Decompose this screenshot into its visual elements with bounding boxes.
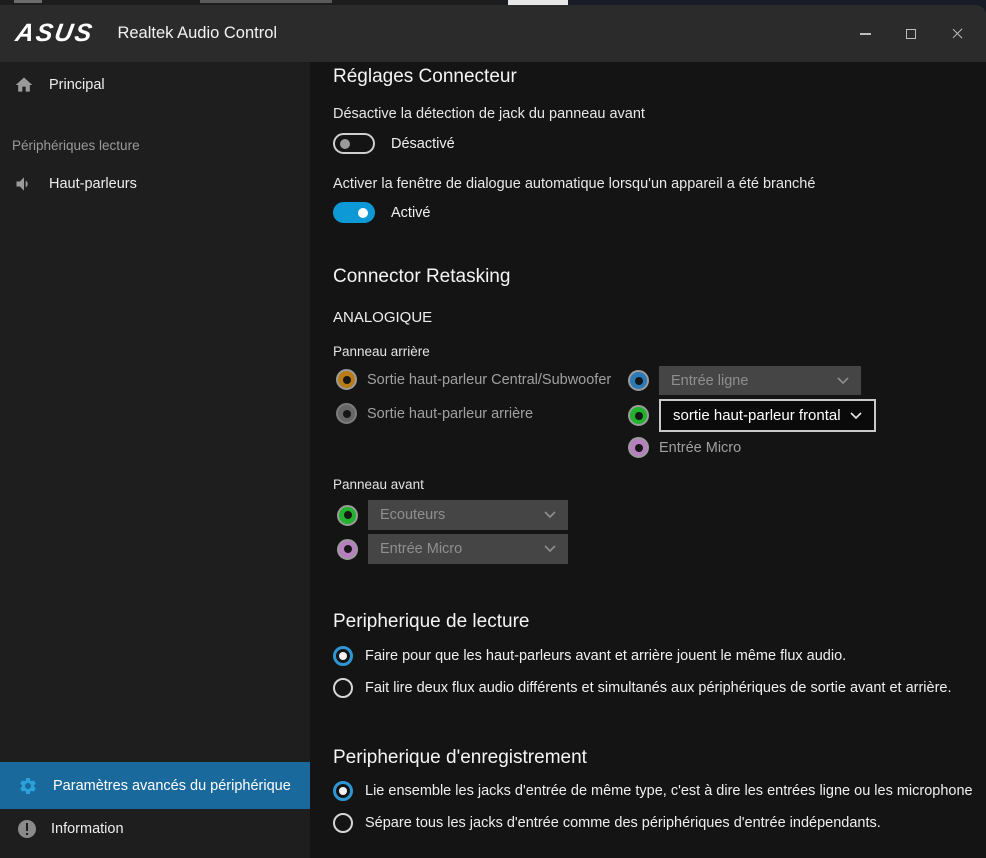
section-title-recording-device: Peripherique d'enregistrement — [333, 747, 587, 769]
radio-selected[interactable] — [333, 781, 353, 801]
app-window: ASUS Realtek Audio Control Principal Pér… — [0, 5, 986, 858]
asus-logo: ASUS — [13, 19, 96, 48]
label-rear-panel: Panneau arrière — [333, 344, 430, 359]
close-icon — [951, 27, 964, 40]
line-in-dropdown[interactable]: Entrée ligne — [659, 366, 861, 395]
radio-label: Faire pour que les haut-parleurs avant e… — [365, 648, 846, 664]
recording-option-separate-jacks: Sépare tous les jacks d'entrée comme des… — [333, 813, 986, 833]
section-title-connector-retasking: Connector Retasking — [333, 266, 510, 288]
window-title: Realtek Audio Control — [117, 24, 277, 43]
dropdown-value: Entrée ligne — [671, 373, 748, 389]
chevron-down-icon — [544, 545, 556, 553]
jack-detection-toggle[interactable] — [333, 133, 375, 154]
screen: ASUS Realtek Audio Control Principal Pér… — [0, 0, 986, 858]
radio-unselected[interactable] — [333, 678, 353, 698]
toggle-state-label: Activé — [391, 205, 431, 221]
front-jack-headphones: Ecouteurs — [337, 500, 568, 530]
jack-label: Sortie haut-parleur Central/Subwoofer — [367, 372, 611, 388]
close-button[interactable] — [934, 5, 980, 62]
toggle-row-jack-detection: Désactivé — [333, 133, 455, 154]
sidebar: Principal Périphériques lecture Haut-par… — [0, 62, 310, 858]
jack-label: Entrée Micro — [659, 440, 741, 456]
main-content: Réglages Connecteur Désactive la détecti… — [310, 62, 986, 858]
toggle-knob — [340, 139, 350, 149]
titlebar: ASUS Realtek Audio Control — [0, 5, 986, 62]
background-text-fragment — [200, 0, 332, 3]
jack-icon-orange — [336, 369, 357, 390]
playback-option-different-streams: Fait lire deux flux audio différents et … — [333, 678, 986, 698]
sidebar-item-label: Information — [51, 821, 124, 837]
rear-jack-line-in: Entrée ligne — [628, 366, 861, 395]
radio-label: Lie ensemble les jacks d'entrée de même … — [365, 783, 973, 799]
jack-icon-gray — [336, 403, 357, 424]
playback-option-same-stream: Faire pour que les haut-parleurs avant e… — [333, 646, 986, 666]
radio-label: Sépare tous les jacks d'entrée comme des… — [365, 815, 881, 831]
label-front-panel: Panneau avant — [333, 477, 424, 492]
jack-icon-purple — [337, 539, 358, 560]
subsection-analog: ANALOGIQUE — [333, 309, 432, 326]
radio-unselected[interactable] — [333, 813, 353, 833]
sidebar-section-playback-devices: Périphériques lecture — [12, 138, 140, 153]
info-icon — [18, 820, 36, 838]
front-jack-mic-in: Entrée Micro — [337, 534, 568, 564]
dropdown-value: Entrée Micro — [380, 541, 462, 557]
jack-icon-green — [628, 405, 649, 426]
speaker-icon — [14, 174, 34, 194]
app-body: Principal Périphériques lecture Haut-par… — [0, 62, 986, 858]
sidebar-item-label: Principal — [49, 77, 105, 93]
dropdown-value: Ecouteurs — [380, 507, 445, 523]
minimize-icon — [860, 33, 871, 35]
minimize-button[interactable] — [842, 5, 888, 62]
rear-jack-mic-in: Entrée Micro — [628, 437, 741, 458]
section-title-playback-device: Peripherique de lecture — [333, 611, 529, 633]
rear-jack-front-speaker-out: sortie haut-parleur frontal — [628, 399, 876, 432]
chevron-down-icon — [850, 412, 862, 420]
background-text-fragment — [14, 0, 42, 3]
label-front-jack-detection: Désactive la détection de jack du pannea… — [333, 106, 645, 122]
front-speaker-out-dropdown[interactable]: sortie haut-parleur frontal — [659, 399, 876, 432]
recording-option-tie-jacks: Lie ensemble les jacks d'entrée de même … — [333, 781, 986, 801]
section-title-connector-settings: Réglages Connecteur — [333, 66, 517, 88]
dropdown-value: sortie haut-parleur frontal — [673, 407, 841, 424]
gear-icon — [18, 776, 38, 796]
radio-label: Fait lire deux flux audio différents et … — [365, 680, 952, 696]
rear-jack-center-subwoofer: Sortie haut-parleur Central/Subwoofer — [336, 369, 611, 390]
rear-jack-rear-speaker: Sortie haut-parleur arrière — [336, 403, 533, 424]
home-icon — [14, 75, 34, 95]
maximize-icon — [906, 29, 916, 39]
jack-icon-purple — [628, 437, 649, 458]
toggle-row-auto-popup: Activé — [333, 202, 431, 223]
auto-popup-toggle[interactable] — [333, 202, 375, 223]
label-auto-popup-dialog: Activer la fenêtre de dialogue automatiq… — [333, 176, 815, 192]
chevron-down-icon — [837, 377, 849, 385]
maximize-button[interactable] — [888, 5, 934, 62]
sidebar-item-information[interactable]: Information — [18, 820, 124, 838]
sidebar-item-speakers[interactable]: Haut-parleurs — [14, 174, 137, 194]
chevron-down-icon — [544, 511, 556, 519]
front-mic-dropdown[interactable]: Entrée Micro — [368, 534, 568, 564]
sidebar-item-advanced-settings[interactable]: Paramètres avancés du périphérique — [0, 762, 310, 809]
toggle-state-label: Désactivé — [391, 136, 455, 152]
jack-icon-green — [337, 505, 358, 526]
sidebar-item-principal[interactable]: Principal — [14, 75, 105, 95]
toggle-knob — [358, 208, 368, 218]
jack-label: Sortie haut-parleur arrière — [367, 406, 533, 422]
window-controls — [842, 5, 980, 62]
sidebar-item-label: Paramètres avancés du périphérique — [53, 778, 291, 794]
radio-selected[interactable] — [333, 646, 353, 666]
jack-icon-blue — [628, 370, 649, 391]
sidebar-item-label: Haut-parleurs — [49, 176, 137, 192]
headphones-dropdown[interactable]: Ecouteurs — [368, 500, 568, 530]
